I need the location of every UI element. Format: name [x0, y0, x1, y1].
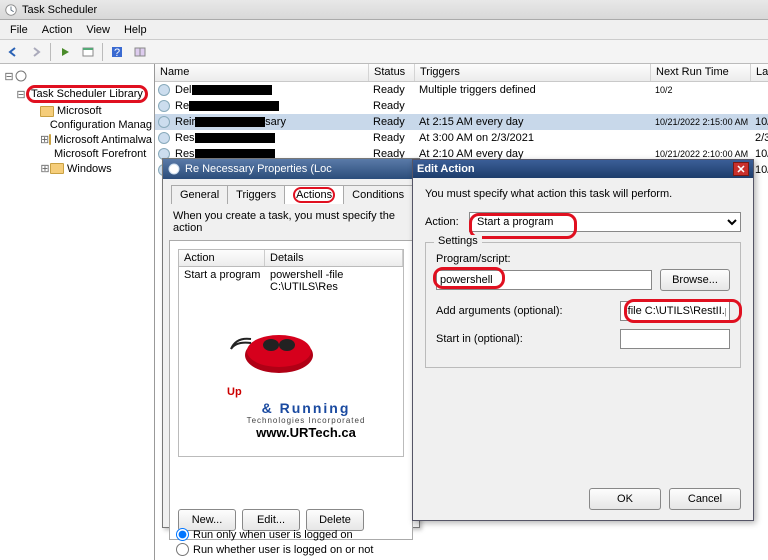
ok-button[interactable]: OK — [589, 488, 661, 510]
tab-description: When you create a task, you must specify… — [173, 210, 409, 234]
action-label: Action: — [425, 216, 469, 228]
col-triggers[interactable]: Triggers — [415, 64, 651, 81]
col-next[interactable]: Next Run Time — [651, 64, 751, 81]
menu-bar: File Action View Help — [0, 20, 768, 40]
clock-icon — [14, 69, 28, 83]
help-icon[interactable]: ? — [106, 42, 128, 62]
radio-whether[interactable]: Run whether user is logged on or not — [176, 543, 373, 556]
table-row[interactable]: DelReadyMultiple triggers defined10/2 — [155, 82, 768, 98]
actions-grid[interactable]: Start a program powershell -file C:\UTIL… — [178, 267, 404, 457]
tab-triggers[interactable]: Triggers — [227, 185, 285, 204]
arguments-input[interactable] — [620, 301, 730, 321]
tab-actions[interactable]: Actions — [284, 185, 344, 204]
tree-item[interactable]: ⊞Windows — [2, 161, 152, 176]
task-properties-dialog: Re Necessary Properties (Loc General Tri… — [162, 158, 420, 528]
task-icon — [158, 100, 170, 112]
startin-label: Start in (optional): — [436, 333, 523, 345]
app-icon — [4, 3, 18, 17]
menu-help[interactable]: Help — [118, 22, 153, 38]
tree-item[interactable]: ⊞Microsoft Antimalwa — [2, 132, 152, 147]
task-icon — [158, 84, 170, 96]
table-row[interactable]: ResReadyAt 3:00 AM on 2/3/20212/3 — [155, 130, 768, 146]
close-icon[interactable]: ✕ — [733, 162, 749, 176]
col-status[interactable]: Status — [369, 64, 415, 81]
action-row[interactable]: Start a program powershell -file C:\UTIL… — [179, 267, 403, 295]
svg-text:?: ? — [114, 47, 120, 59]
startin-input[interactable] — [620, 329, 730, 349]
col-last[interactable]: Las — [751, 64, 768, 81]
menu-file[interactable]: File — [4, 22, 34, 38]
program-label: Program/script: — [436, 253, 730, 265]
toolbar: ? — [0, 40, 768, 64]
menu-view[interactable]: View — [80, 22, 116, 38]
col-name[interactable]: Name — [155, 64, 369, 81]
clock-icon — [167, 162, 181, 176]
action-select[interactable]: Start a program — [469, 212, 741, 232]
actions-grid-header: Action Details — [178, 249, 404, 267]
table-row[interactable]: ReirsaryReadyAt 2:15 AM every day10/21/2… — [155, 114, 768, 130]
edit-description: You must specify what action this task w… — [425, 188, 741, 200]
tree-library[interactable]: ⊟Task Scheduler Library — [2, 84, 152, 104]
panel-icon[interactable] — [77, 42, 99, 62]
task-icon — [158, 116, 170, 128]
back-button[interactable] — [2, 42, 24, 62]
window-title: Task Scheduler — [22, 4, 97, 16]
run-options: Run only when user is logged on Run whet… — [176, 528, 373, 556]
tree-item[interactable]: Configuration Manag — [2, 118, 152, 132]
watermark-logo: Up & Running Technologies Incorporated w… — [221, 319, 391, 440]
list-header: Name Status Triggers Next Run Time Las — [155, 64, 768, 82]
task-icon — [158, 132, 170, 144]
dialog-titlebar[interactable]: Edit Action ✕ — [413, 160, 753, 178]
window-titlebar: Task Scheduler — [0, 0, 768, 20]
tree-root[interactable]: ⊟ — [2, 68, 152, 84]
run-icon[interactable] — [54, 42, 76, 62]
cancel-button[interactable]: Cancel — [669, 488, 741, 510]
navigation-tree[interactable]: ⊟ ⊟Task Scheduler Library Microsoft Conf… — [0, 64, 155, 560]
tree-item[interactable]: Microsoft — [2, 104, 152, 118]
mouse-icon — [221, 319, 321, 379]
table-row[interactable]: ReReady — [155, 98, 768, 114]
highlight-library: Task Scheduler Library — [26, 85, 148, 103]
tree-item[interactable]: Microsoft Forefront — [2, 147, 152, 161]
settings-group: Settings Program/script: Browse... Add a… — [425, 242, 741, 368]
radio-logged-on[interactable]: Run only when user is logged on — [176, 528, 373, 541]
edit-action-dialog: Edit Action ✕ You must specify what acti… — [412, 159, 754, 521]
tab-strip: General Triggers Actions Conditions Sett… — [171, 185, 415, 204]
dialog-titlebar[interactable]: Re Necessary Properties (Loc — [163, 159, 419, 179]
tab-general[interactable]: General — [171, 185, 228, 204]
menu-action[interactable]: Action — [36, 22, 79, 38]
browse-button[interactable]: Browse... — [660, 269, 730, 291]
program-input[interactable] — [436, 270, 652, 290]
panes-icon[interactable] — [129, 42, 151, 62]
tab-conditions[interactable]: Conditions — [343, 185, 413, 204]
forward-button[interactable] — [25, 42, 47, 62]
arguments-label: Add arguments (optional): — [436, 305, 563, 317]
